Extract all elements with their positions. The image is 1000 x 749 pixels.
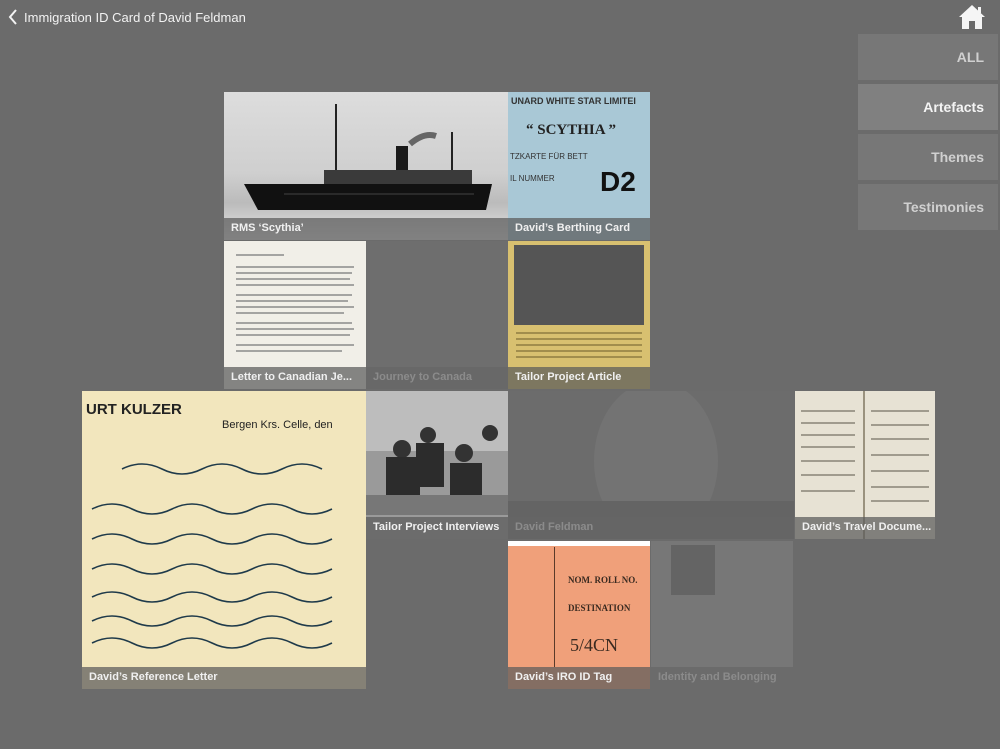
tile-caption: David’s IRO ID Tag (508, 667, 650, 689)
handwritten-letter-image: URT KULZER Bergen Krs. Celle, den (82, 391, 366, 689)
tile-identity-belonging[interactable]: Identity and Belonging (651, 541, 793, 689)
tile-caption: Tailor Project Article (508, 367, 650, 389)
tile-caption: David’s Berthing Card (508, 218, 650, 240)
tile-tailor-interviews[interactable]: Tailor Project Interviews (366, 391, 508, 539)
chevron-left-icon (8, 9, 17, 25)
page-title: Immigration ID Card of David Feldman (24, 9, 246, 25)
tile-david-feldman[interactable]: David Feldman (508, 391, 794, 539)
tile-iro-id-tag[interactable]: NOM. ROLL NO. DESTINATION 5/4CN David’s … (508, 541, 650, 689)
tile-travel-document[interactable]: David’s Travel Docume... (795, 391, 935, 539)
tile-caption: Tailor Project Interviews (366, 517, 508, 539)
filter-menu: ALL Artefacts Themes Testimonies (858, 34, 998, 234)
tile-reference-letter[interactable]: URT KULZER Bergen Krs. Celle, den David’… (82, 391, 366, 689)
tag-destination-label: DESTINATION (568, 603, 631, 613)
filter-all-button[interactable]: ALL (858, 34, 998, 80)
tile-tailor-article[interactable]: Tailor Project Article (508, 241, 650, 389)
filter-themes-button[interactable]: Themes (858, 134, 998, 180)
tile-caption: David’s Travel Docume... (795, 517, 935, 539)
back-button[interactable]: Immigration ID Card of David Feldman (8, 6, 246, 28)
berthing-line: IL NUMMER (510, 174, 555, 183)
filter-testimonies-button[interactable]: Testimonies (858, 184, 998, 230)
tile-letter-canadian[interactable]: Letter to Canadian Je... (224, 241, 366, 389)
berthing-line: TZKARTE FÜR BETT (510, 152, 588, 161)
berthing-line: UNARD WHITE STAR LIMITEI (511, 96, 636, 106)
tile-caption: David’s Reference Letter (82, 667, 366, 689)
tile-caption: David Feldman (508, 517, 794, 539)
berthing-code: D2 (600, 166, 636, 197)
tile-caption: Journey to Canada (366, 367, 508, 389)
tile-caption: RMS ‘Scythia’ (224, 218, 508, 240)
artefact-gallery-page: Immigration ID Card of David Feldman ALL… (0, 0, 1000, 749)
id-photo (671, 545, 715, 595)
tile-caption: Identity and Belonging (651, 667, 793, 689)
tile-rms-scythia[interactable]: RMS ‘Scythia’ (224, 92, 508, 240)
tag-roll-label: NOM. ROLL NO. (568, 575, 638, 585)
home-icon (959, 5, 985, 29)
filter-artefacts-button[interactable]: Artefacts (858, 84, 998, 130)
tile-journey-to-canada[interactable]: Journey to Canada (366, 241, 508, 389)
tag-divider (554, 547, 555, 667)
tag-code: 5/4CN (570, 635, 619, 655)
tile-caption: Letter to Canadian Je... (224, 367, 366, 389)
home-button[interactable] (958, 4, 986, 30)
berthing-ship: “ SCYTHIA ” (526, 122, 617, 138)
tile-berthing-card[interactable]: UNARD WHITE STAR LIMITEI “ SCYTHIA ” TZK… (508, 92, 650, 240)
tag-edge (508, 541, 650, 546)
